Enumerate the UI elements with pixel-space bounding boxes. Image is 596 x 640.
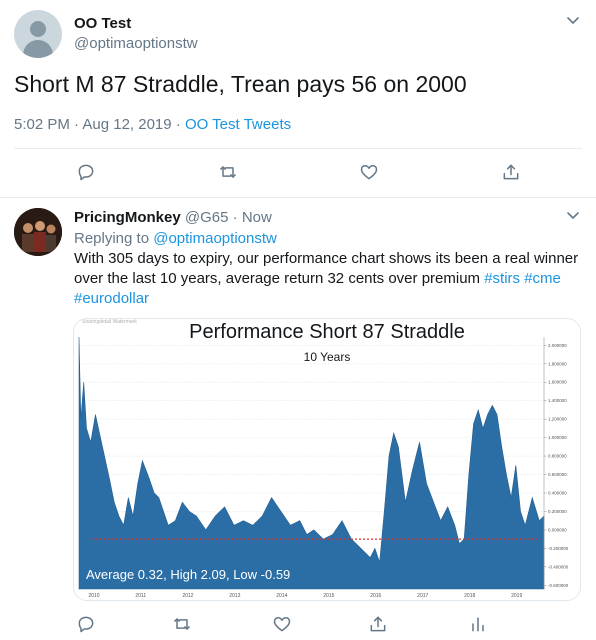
analytics-icon <box>472 617 484 632</box>
replying-to: Replying to @optimaoptionstw <box>74 229 579 249</box>
x-tick-label: 2019 <box>511 593 522 599</box>
reply-author-name[interactable]: PricingMonkey <box>74 209 181 226</box>
y-tick-label: 0.600000 <box>548 472 567 477</box>
chart-subtitle: 10 Years <box>303 350 351 364</box>
author-handle[interactable]: @optimaoptionstw <box>74 35 198 52</box>
replying-to-handle[interactable]: @optimaoptionstw <box>153 230 277 247</box>
reply-author-avatar[interactable] <box>14 208 62 256</box>
divider <box>0 197 596 198</box>
x-tick-label: 2015 <box>323 593 334 599</box>
author-name[interactable]: OO Test <box>74 15 131 32</box>
replying-to-label: Replying to <box>74 230 154 247</box>
avatar-photo <box>14 208 62 256</box>
reply-button[interactable] <box>74 612 98 636</box>
reply-text-line-1: With 305 days to expiry, our performance… <box>74 250 579 267</box>
default-avatar-body <box>23 40 53 58</box>
chevron-down-icon[interactable] <box>566 208 580 225</box>
y-tick-label: -0.600000 <box>548 583 569 588</box>
reply-icon <box>78 164 94 181</box>
y-tick-label: 1.200000 <box>548 417 567 422</box>
tweet-source-link[interactable]: OO Test Tweets <box>185 116 291 133</box>
analytics-button[interactable] <box>466 612 490 636</box>
chart-title: Performance Short 87 Straddle <box>189 321 465 343</box>
retweet-icon <box>220 166 236 178</box>
y-tick-label: 1.400000 <box>548 398 567 403</box>
reply-author-handle[interactable]: @G65 <box>185 209 229 226</box>
retweet-button[interactable] <box>170 612 194 636</box>
y-tick-label: 0.800000 <box>548 454 567 459</box>
reply-text-body: over the last 10 years, average return 3… <box>74 270 485 287</box>
reply-time[interactable]: Now <box>242 209 272 226</box>
y-tick-label: 1.600000 <box>548 380 567 385</box>
share-button[interactable] <box>366 612 390 636</box>
y-tick-label: 0.200000 <box>548 509 567 514</box>
divider <box>14 148 582 149</box>
share-button[interactable] <box>499 160 523 184</box>
y-tick-label: 1.000000 <box>548 435 567 440</box>
y-tick-label: -0.400000 <box>548 564 569 569</box>
reply-button[interactable] <box>74 160 98 184</box>
separator-dot: · <box>232 209 238 226</box>
y-tick-label: 0.400000 <box>548 491 567 496</box>
reply-header: PricingMonkey @G65 · Now <box>74 208 579 228</box>
share-icon <box>503 164 519 180</box>
chart-image[interactable]: 2.000000 1.800000 1.600000 1.400000 1.200000… <box>73 318 581 601</box>
hashtag-link[interactable]: #stirs <box>484 270 520 287</box>
x-tick-label: 2012 <box>182 593 193 599</box>
y-tick-label: 0.000000 <box>548 527 567 532</box>
tweet-text: Short M 87 Straddle, Trean pays 56 on 20… <box>14 71 467 97</box>
like-button[interactable] <box>357 160 381 184</box>
x-tick-label: 2013 <box>229 593 240 599</box>
reply-text-line-3: #eurodollar <box>74 289 579 309</box>
heart-icon <box>273 617 291 632</box>
chevron-down-icon[interactable] <box>566 13 580 30</box>
x-tick-label: 2018 <box>464 593 475 599</box>
tweet-meta: 5:02 PM · Aug 12, 2019 · OO Test Tweets <box>14 116 291 133</box>
author-avatar[interactable] <box>14 10 62 58</box>
like-button[interactable] <box>270 612 294 636</box>
x-tick-label: 2011 <box>135 593 146 599</box>
x-tick-label: 2014 <box>276 593 287 599</box>
default-avatar-head <box>30 21 46 37</box>
x-tick-label: 2017 <box>417 593 428 599</box>
reply-text-line-2: over the last 10 years, average return 3… <box>74 269 579 289</box>
heart-icon <box>360 165 378 180</box>
reply-icon <box>78 616 94 633</box>
x-tick-label: 2016 <box>370 593 381 599</box>
y-tick-label: -0.200000 <box>548 546 569 551</box>
tweet-timestamp[interactable]: 5:02 PM · Aug 12, 2019 · <box>14 116 185 133</box>
hashtag-link[interactable]: #cme <box>524 270 561 287</box>
share-icon <box>370 616 386 632</box>
retweet-icon <box>174 618 190 630</box>
performance-area <box>78 336 545 590</box>
hashtag-link[interactable]: #eurodollar <box>74 290 149 307</box>
chart-annotation: Average 0.32, High 2.09, Low -0.59 <box>86 567 291 582</box>
retweet-button[interactable] <box>216 160 240 184</box>
x-tick-label: 2010 <box>88 593 99 599</box>
